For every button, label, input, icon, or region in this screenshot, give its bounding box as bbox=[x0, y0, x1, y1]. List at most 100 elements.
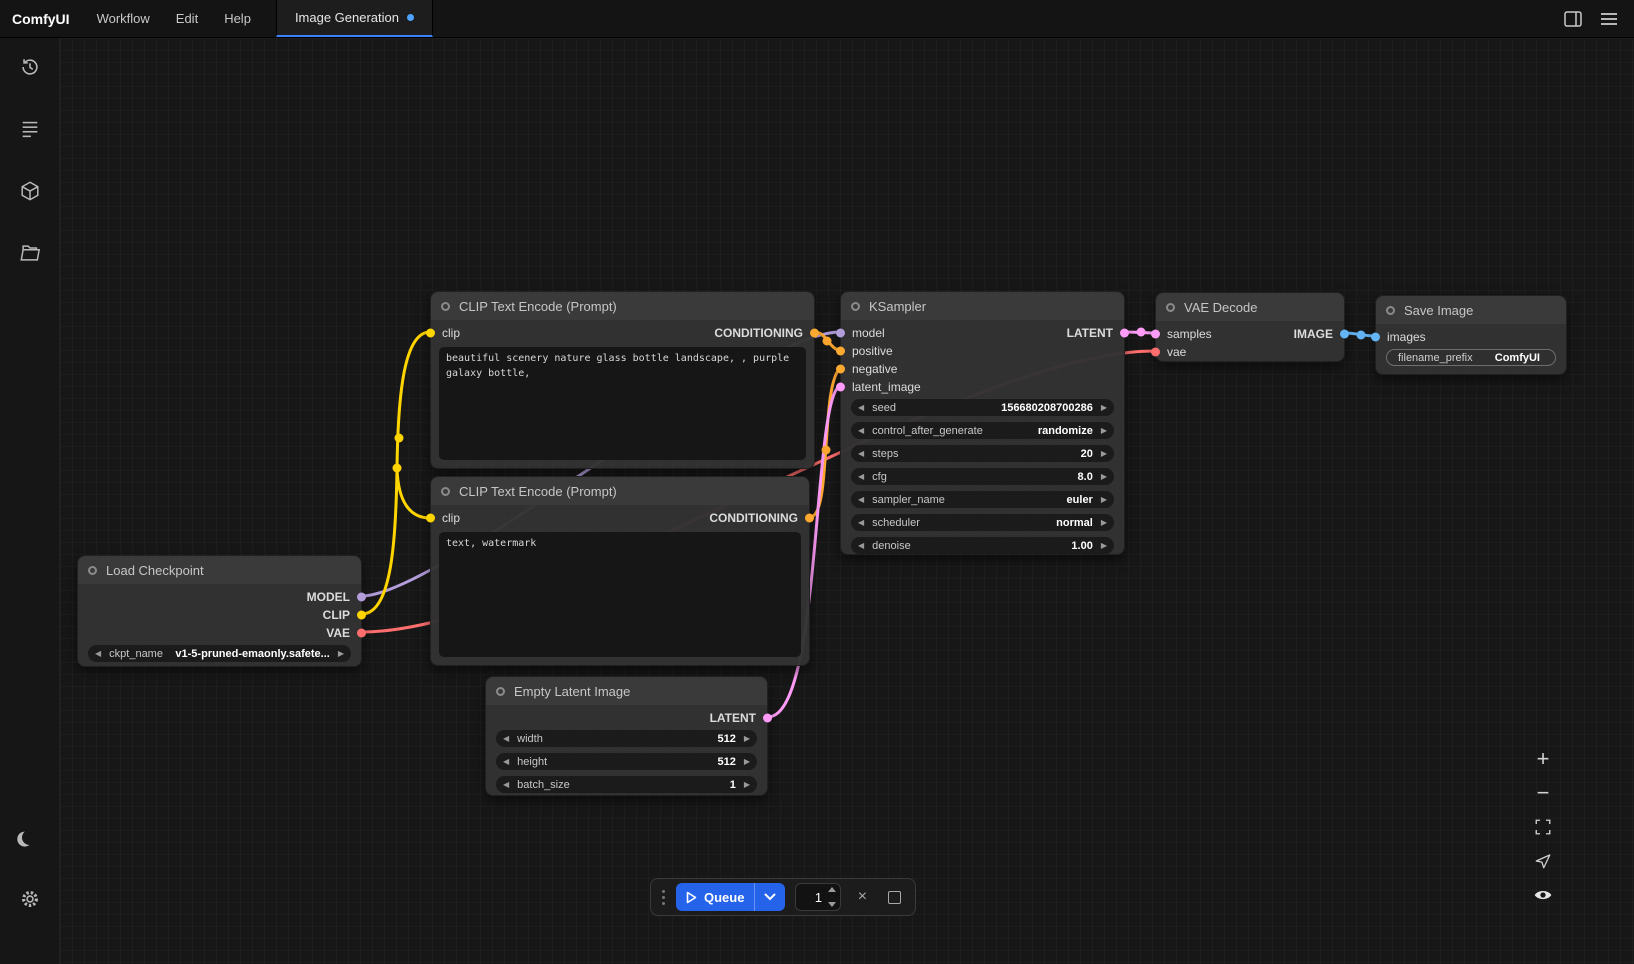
node-ksampler[interactable]: KSampler model LATENT positive negative … bbox=[840, 291, 1125, 555]
history-icon[interactable] bbox=[17, 54, 43, 80]
toggle-link-visibility-button[interactable] bbox=[1523, 878, 1563, 912]
decrement-batch-icon[interactable] bbox=[828, 902, 836, 907]
widget-batch-size[interactable]: ◀ batch_size 1 ▶ bbox=[496, 776, 757, 793]
node-clip-text-encode-positive[interactable]: CLIP Text Encode (Prompt) clip CONDITION… bbox=[430, 291, 815, 469]
decrement-icon[interactable]: ◀ bbox=[858, 519, 864, 527]
widget-ckpt-name[interactable]: ◀ ckpt_name v1-5-pruned-emaonly.safete..… bbox=[88, 645, 351, 662]
increment-icon[interactable]: ▶ bbox=[1101, 519, 1107, 527]
increment-batch-icon[interactable] bbox=[828, 887, 836, 892]
node-canvas[interactable]: Load Checkpoint MODEL CLIP VAE ◀ ckpt_na… bbox=[60, 38, 1634, 964]
menu-help[interactable]: Help bbox=[211, 0, 264, 37]
node-header[interactable]: KSampler bbox=[841, 292, 1124, 320]
fit-view-button[interactable] bbox=[1523, 810, 1563, 844]
decrement-icon[interactable]: ◀ bbox=[858, 427, 864, 435]
workflows-folder-icon[interactable] bbox=[17, 240, 43, 266]
port-clip-input[interactable] bbox=[426, 329, 435, 338]
reroute-dot[interactable] bbox=[393, 464, 402, 473]
widget-control-after-generate[interactable]: ◀ control_after_generate randomize ▶ bbox=[851, 422, 1114, 439]
port-latent-image-input[interactable] bbox=[836, 383, 845, 392]
port-samples-input[interactable] bbox=[1151, 330, 1160, 339]
increment-icon[interactable]: ▶ bbox=[744, 758, 750, 766]
widget-scheduler[interactable]: ◀ scheduler normal ▶ bbox=[851, 514, 1114, 531]
decrement-icon[interactable]: ◀ bbox=[858, 496, 864, 504]
reroute-dot[interactable] bbox=[1137, 328, 1146, 337]
port-image-output[interactable] bbox=[1340, 330, 1349, 339]
increment-icon[interactable]: ▶ bbox=[1101, 542, 1107, 550]
widget-height[interactable]: ◀ height 512 ▶ bbox=[496, 753, 757, 770]
decrement-icon[interactable]: ◀ bbox=[95, 650, 101, 658]
port-conditioning-output[interactable] bbox=[805, 514, 814, 523]
node-header[interactable]: CLIP Text Encode (Prompt) bbox=[431, 292, 814, 320]
decrement-icon[interactable]: ◀ bbox=[858, 404, 864, 412]
increment-icon[interactable]: ▶ bbox=[338, 650, 344, 658]
increment-icon[interactable]: ▶ bbox=[1101, 427, 1107, 435]
increment-icon[interactable]: ▶ bbox=[1101, 450, 1107, 458]
widget-seed[interactable]: ◀ seed 156680208700286 ▶ bbox=[851, 399, 1114, 416]
widget-denoise[interactable]: ◀ denoise 1.00 ▶ bbox=[851, 537, 1114, 554]
node-header[interactable]: Load Checkpoint bbox=[78, 556, 361, 584]
port-model-output[interactable] bbox=[357, 593, 366, 602]
tab-image-generation[interactable]: Image Generation bbox=[276, 0, 433, 37]
select-mode-button[interactable] bbox=[1523, 844, 1563, 878]
port-images-input[interactable] bbox=[1371, 333, 1380, 342]
widget-width[interactable]: ◀ width 512 ▶ bbox=[496, 730, 757, 747]
collapse-dot-icon[interactable] bbox=[441, 302, 450, 311]
decrement-icon[interactable]: ◀ bbox=[503, 758, 509, 766]
reroute-dot[interactable] bbox=[1357, 331, 1366, 340]
node-save-image[interactable]: Save Image images filename_prefix ComfyU… bbox=[1375, 295, 1567, 375]
settings-gear-icon[interactable] bbox=[17, 886, 43, 912]
node-header[interactable]: Empty Latent Image bbox=[486, 677, 767, 705]
port-positive-input[interactable] bbox=[836, 347, 845, 356]
collapse-dot-icon[interactable] bbox=[1386, 306, 1395, 315]
node-vae-decode[interactable]: VAE Decode samples IMAGE vae bbox=[1155, 292, 1345, 362]
zoom-out-button[interactable]: − bbox=[1523, 776, 1563, 810]
queue-list-icon[interactable] bbox=[17, 116, 43, 142]
increment-icon[interactable]: ▶ bbox=[1101, 404, 1107, 412]
clear-queue-button[interactable]: × bbox=[851, 886, 873, 908]
port-vae-output[interactable] bbox=[357, 629, 366, 638]
port-vae-input[interactable] bbox=[1151, 348, 1160, 357]
decrement-icon[interactable]: ◀ bbox=[858, 542, 864, 550]
reroute-dot[interactable] bbox=[822, 446, 831, 455]
models-cube-icon[interactable] bbox=[17, 178, 43, 204]
increment-icon[interactable]: ▶ bbox=[1101, 496, 1107, 504]
port-clip-input[interactable] bbox=[426, 514, 435, 523]
widget-filename-prefix[interactable]: filename_prefix ComfyUI bbox=[1386, 349, 1556, 366]
zoom-in-button[interactable]: + bbox=[1523, 742, 1563, 776]
drag-handle[interactable] bbox=[661, 890, 666, 905]
port-negative-input[interactable] bbox=[836, 365, 845, 374]
increment-icon[interactable]: ▶ bbox=[1101, 473, 1107, 481]
node-empty-latent-image[interactable]: Empty Latent Image LATENT ◀ width 512 ▶ … bbox=[485, 676, 768, 796]
decrement-icon[interactable]: ◀ bbox=[858, 473, 864, 481]
node-header[interactable]: VAE Decode bbox=[1156, 293, 1344, 321]
collapse-dot-icon[interactable] bbox=[496, 687, 505, 696]
node-load-checkpoint[interactable]: Load Checkpoint MODEL CLIP VAE ◀ ckpt_na… bbox=[77, 555, 362, 667]
hamburger-menu-icon[interactable] bbox=[1598, 8, 1620, 30]
panel-toggle-icon[interactable] bbox=[1562, 8, 1584, 30]
node-header[interactable]: CLIP Text Encode (Prompt) bbox=[431, 477, 809, 505]
widget-steps[interactable]: ◀ steps 20 ▶ bbox=[851, 445, 1114, 462]
port-conditioning-output[interactable] bbox=[810, 329, 819, 338]
stop-button[interactable] bbox=[883, 886, 905, 908]
reroute-dot[interactable] bbox=[395, 434, 404, 443]
menu-edit[interactable]: Edit bbox=[163, 0, 211, 37]
node-header[interactable]: Save Image bbox=[1376, 296, 1566, 324]
widget-cfg[interactable]: ◀ cfg 8.0 ▶ bbox=[851, 468, 1114, 485]
node-clip-text-encode-negative[interactable]: CLIP Text Encode (Prompt) clip CONDITION… bbox=[430, 476, 810, 666]
prompt-textarea[interactable]: text, watermark bbox=[439, 532, 801, 657]
collapse-dot-icon[interactable] bbox=[1166, 303, 1175, 312]
prompt-textarea[interactable]: beautiful scenery nature glass bottle la… bbox=[439, 347, 806, 460]
reroute-dot[interactable] bbox=[823, 337, 832, 346]
queue-options-button[interactable] bbox=[754, 883, 785, 911]
port-clip-output[interactable] bbox=[357, 611, 366, 620]
menu-workflow[interactable]: Workflow bbox=[84, 0, 163, 37]
collapse-dot-icon[interactable] bbox=[851, 302, 860, 311]
port-latent-output[interactable] bbox=[763, 714, 772, 723]
theme-toggle-icon[interactable] bbox=[17, 824, 43, 850]
collapse-dot-icon[interactable] bbox=[88, 566, 97, 575]
widget-sampler-name[interactable]: ◀ sampler_name euler ▶ bbox=[851, 491, 1114, 508]
increment-icon[interactable]: ▶ bbox=[744, 781, 750, 789]
port-model-input[interactable] bbox=[836, 329, 845, 338]
batch-count-input[interactable]: 1 bbox=[795, 883, 841, 911]
decrement-icon[interactable]: ◀ bbox=[858, 450, 864, 458]
